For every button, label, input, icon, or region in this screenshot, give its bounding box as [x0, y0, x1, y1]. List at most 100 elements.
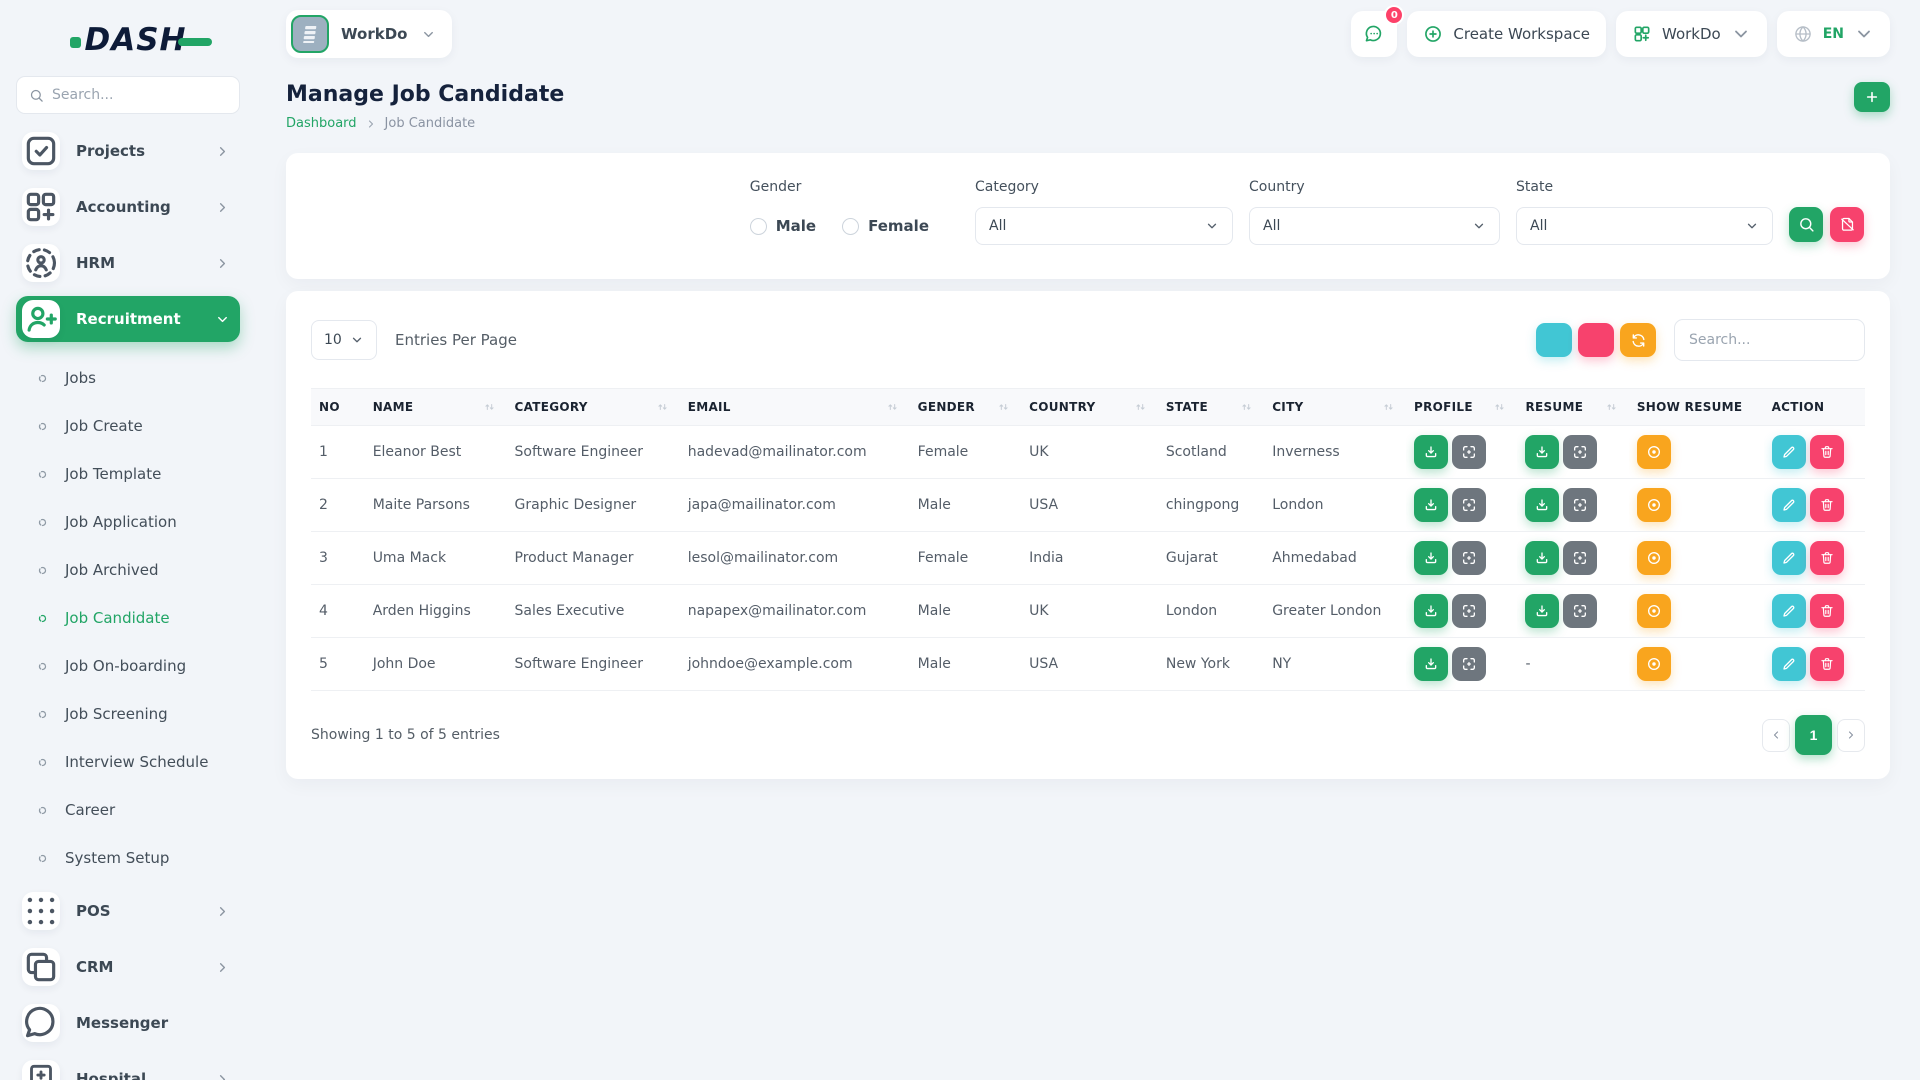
cell-profile: [1406, 638, 1517, 691]
column-header-category[interactable]: CATEGORY: [507, 389, 680, 426]
pagination-page-1-button[interactable]: 1: [1795, 715, 1832, 755]
edit-button[interactable]: [1772, 488, 1806, 522]
breadcrumb-dashboard-link[interactable]: Dashboard: [286, 116, 357, 131]
cell-gender: Male: [910, 638, 1021, 691]
column-header-email[interactable]: EMAIL: [680, 389, 910, 426]
profile-download-button[interactable]: [1414, 435, 1448, 469]
delete-button[interactable]: [1810, 541, 1844, 575]
state-select[interactable]: All: [1516, 207, 1773, 245]
refresh-button[interactable]: [1620, 323, 1656, 357]
sidebar-subitem-job-candidate[interactable]: Job Candidate: [16, 594, 240, 642]
search-icon: [29, 88, 44, 103]
sidebar-search-input[interactable]: [52, 87, 227, 103]
pagination-prev-button[interactable]: [1762, 719, 1790, 752]
edit-button[interactable]: [1772, 541, 1806, 575]
show-resume-button[interactable]: [1637, 435, 1671, 469]
cell-category: Software Engineer: [507, 638, 680, 691]
building-icon: [298, 22, 322, 46]
profile-download-button[interactable]: [1414, 647, 1448, 681]
export-button[interactable]: [1536, 323, 1572, 357]
sidebar-item-recruitment[interactable]: Recruitment: [16, 296, 240, 342]
show-resume-button[interactable]: [1637, 541, 1671, 575]
resume-view-button[interactable]: [1563, 541, 1597, 575]
profile-download-button[interactable]: [1414, 594, 1448, 628]
column-header-gender[interactable]: GENDER: [910, 389, 1021, 426]
resume-view-button[interactable]: [1563, 594, 1597, 628]
messages-button[interactable]: 0: [1351, 11, 1397, 57]
workspace-switcher[interactable]: WorkDo: [286, 10, 452, 58]
resume-download-button[interactable]: [1525, 488, 1559, 522]
column-header-name[interactable]: NAME: [365, 389, 507, 426]
add-candidate-button[interactable]: [1854, 82, 1890, 112]
gender-male-radio[interactable]: [750, 218, 767, 235]
category-select[interactable]: All: [975, 207, 1233, 245]
show-resume-button[interactable]: [1637, 488, 1671, 522]
sidebar-subitem-job-archived[interactable]: Job Archived: [16, 546, 240, 594]
sidebar-subitem-system-setup[interactable]: System Setup: [16, 834, 240, 882]
sidebar-subitem-job-application[interactable]: Job Application: [16, 498, 240, 546]
profile-download-button[interactable]: [1414, 541, 1448, 575]
table-row: 4Arden HigginsSales Executivenapapex@mai…: [311, 585, 1865, 638]
sidebar-subitem-job-template[interactable]: Job Template: [16, 450, 240, 498]
sidebar-item-messenger[interactable]: Messenger: [16, 1000, 240, 1046]
pagination-next-button[interactable]: [1837, 719, 1865, 752]
cell-profile: [1406, 479, 1517, 532]
column-header-country[interactable]: COUNTRY: [1021, 389, 1158, 426]
profile-view-button[interactable]: [1452, 594, 1486, 628]
profile-view-button[interactable]: [1452, 435, 1486, 469]
delete-button[interactable]: [1810, 594, 1844, 628]
delete-button[interactable]: [1810, 488, 1844, 522]
resume-download-button[interactable]: [1525, 435, 1559, 469]
workspace-menu-button[interactable]: WorkDo: [1616, 11, 1767, 57]
sidebar-subitem-label: Job Template: [65, 465, 161, 483]
profile-view-button[interactable]: [1452, 488, 1486, 522]
resume-download-button[interactable]: [1525, 594, 1559, 628]
edit-button[interactable]: [1772, 647, 1806, 681]
entries-per-page-select[interactable]: 10: [311, 320, 377, 360]
apply-filter-button[interactable]: [1789, 207, 1823, 242]
delete-button[interactable]: [1810, 435, 1844, 469]
edit-button[interactable]: [1772, 435, 1806, 469]
table-row: 5John DoeSoftware Engineerjohndoe@exampl…: [311, 638, 1865, 691]
resume-view-button[interactable]: [1563, 435, 1597, 469]
undo-button[interactable]: [1578, 323, 1614, 357]
sidebar-item-hrm[interactable]: HRM: [16, 240, 240, 286]
profile-view-button[interactable]: [1452, 647, 1486, 681]
show-resume-button[interactable]: [1637, 594, 1671, 628]
chat-bubble-icon: [1364, 24, 1384, 44]
sidebar-item-projects[interactable]: Projects: [16, 128, 240, 174]
show-resume-button[interactable]: [1637, 647, 1671, 681]
page-title-block: Manage Job Candidate Dashboard Job Candi…: [286, 82, 564, 131]
column-header-state[interactable]: STATE: [1158, 389, 1264, 426]
country-select[interactable]: All: [1249, 207, 1500, 245]
resume-download-button[interactable]: [1525, 541, 1559, 575]
sidebar-subitem-job-on-boarding[interactable]: Job On-boarding: [16, 642, 240, 690]
column-header-resume[interactable]: RESUME: [1517, 389, 1628, 426]
edit-button[interactable]: [1772, 594, 1806, 628]
column-header-city[interactable]: CITY: [1264, 389, 1406, 426]
table-search-input[interactable]: [1674, 319, 1865, 361]
circle-icon: [38, 854, 47, 863]
create-workspace-button[interactable]: Create Workspace: [1407, 11, 1606, 57]
sidebar-item-hospital[interactable]: Hospital: [16, 1056, 240, 1080]
profile-download-button[interactable]: [1414, 488, 1448, 522]
sidebar-item-pos[interactable]: POS: [16, 888, 240, 934]
clear-filter-button[interactable]: [1830, 207, 1864, 242]
delete-button[interactable]: [1810, 647, 1844, 681]
gender-female-radio[interactable]: [842, 218, 859, 235]
sidebar-item-crm[interactable]: CRM: [16, 944, 240, 990]
chevron-right-icon: [365, 118, 377, 130]
sidebar-item-accounting[interactable]: Accounting: [16, 184, 240, 230]
sidebar-subitem-career[interactable]: Career: [16, 786, 240, 834]
profile-view-button[interactable]: [1452, 541, 1486, 575]
cell-resume: [1517, 532, 1628, 585]
sidebar-subitem-label: Job Screening: [65, 705, 168, 723]
sidebar-subitem-interview-schedule[interactable]: Interview Schedule: [16, 738, 240, 786]
language-button[interactable]: EN: [1777, 11, 1890, 57]
column-header-profile[interactable]: PROFILE: [1406, 389, 1517, 426]
resume-view-button[interactable]: [1563, 488, 1597, 522]
gender-male-option: Male: [750, 217, 816, 235]
sidebar-subitem-job-create[interactable]: Job Create: [16, 402, 240, 450]
sidebar-subitem-jobs[interactable]: Jobs: [16, 354, 240, 402]
sidebar-subitem-job-screening[interactable]: Job Screening: [16, 690, 240, 738]
